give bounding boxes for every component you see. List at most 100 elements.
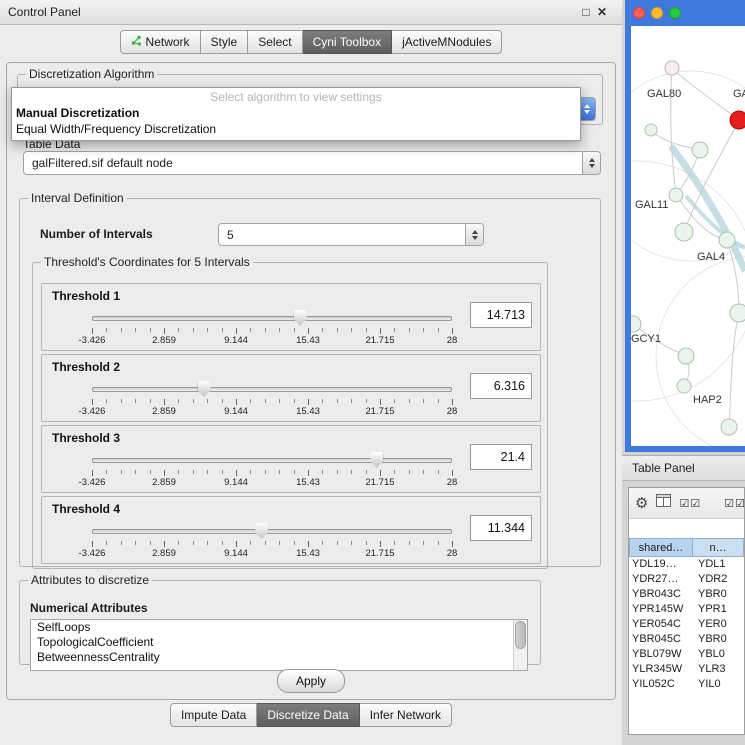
slider-track[interactable] bbox=[92, 458, 452, 463]
slider-scale-label: 28 bbox=[447, 477, 458, 488]
mac-close-icon[interactable] bbox=[633, 7, 645, 19]
slider-thumb[interactable] bbox=[370, 452, 383, 468]
network-node[interactable] bbox=[719, 232, 735, 248]
slider-thumb[interactable] bbox=[294, 310, 307, 326]
mac-minimize-icon[interactable] bbox=[651, 7, 663, 19]
table-cell[interactable]: YDR2 bbox=[693, 572, 744, 587]
columns-icon[interactable] bbox=[656, 494, 671, 512]
network-node[interactable] bbox=[721, 419, 737, 435]
network-node-selected[interactable] bbox=[730, 111, 745, 129]
tick-mark bbox=[106, 470, 107, 474]
number-of-intervals-combobox[interactable]: 5 bbox=[218, 223, 484, 246]
tab-infer-network[interactable]: Infer Network bbox=[360, 703, 452, 727]
tick-mark bbox=[121, 399, 122, 403]
table-row[interactable]: YDR27…YDR2 bbox=[629, 572, 744, 587]
table-body: YDL19…YDL1YDR27…YDR2YBR043CYBR0YPR145WYP… bbox=[629, 557, 744, 734]
tab-style[interactable]: Style bbox=[201, 30, 249, 54]
network-canvas[interactable]: GAL80GAGAL11GAL4GCY1HAP2 bbox=[631, 26, 745, 446]
attribute-list-item[interactable]: BetweennessCentrality bbox=[31, 650, 527, 665]
slider-thumb[interactable] bbox=[255, 523, 268, 539]
network-node[interactable] bbox=[665, 61, 679, 75]
table-row[interactable]: YBR043CYBR0 bbox=[629, 587, 744, 602]
threshold-3-slider[interactable] bbox=[92, 452, 452, 468]
slider-track[interactable] bbox=[92, 529, 452, 534]
slider-thumb[interactable] bbox=[198, 381, 211, 397]
apply-button[interactable]: Apply bbox=[277, 669, 345, 693]
select-columns-icon[interactable]: ☑☑ bbox=[679, 497, 701, 510]
table-cell[interactable]: YPR145W bbox=[629, 602, 693, 617]
table-cell[interactable]: YBL0 bbox=[693, 647, 744, 662]
slider-track[interactable] bbox=[92, 387, 452, 392]
tick-mark bbox=[294, 541, 295, 545]
tab-label: Network bbox=[146, 35, 190, 49]
table-row[interactable]: YER054CYER0 bbox=[629, 617, 744, 632]
attribute-list-item[interactable]: TopologicalCoefficient bbox=[31, 635, 527, 650]
threshold-4-slider[interactable] bbox=[92, 523, 452, 539]
threshold-2-value-field[interactable]: 6.316 bbox=[470, 373, 532, 399]
combobox-stepper-icon[interactable] bbox=[465, 224, 483, 245]
slider-scale-label: 21.715 bbox=[365, 335, 394, 346]
table-cell[interactable]: YBR0 bbox=[693, 632, 744, 647]
table-row[interactable]: YBL079WYBL0 bbox=[629, 647, 744, 662]
tab-select[interactable]: Select bbox=[248, 30, 302, 54]
tick-mark bbox=[135, 470, 136, 474]
table-cell[interactable]: YDL19… bbox=[629, 557, 693, 572]
threshold-4-value-field[interactable]: 11.344 bbox=[470, 515, 532, 541]
numerical-attributes-list[interactable]: SelfLoopsTopologicalCoefficientBetweenne… bbox=[30, 619, 528, 671]
tab-cyni-toolbox[interactable]: Cyni Toolbox bbox=[303, 30, 392, 54]
table-cell[interactable]: YER0 bbox=[693, 617, 744, 632]
combobox-stepper-icon[interactable] bbox=[582, 152, 600, 174]
table-cell[interactable]: YDL1 bbox=[693, 557, 744, 572]
network-node[interactable] bbox=[677, 379, 691, 393]
select-rows-icon[interactable]: ☑☑ bbox=[724, 497, 744, 510]
tab-discretize-data[interactable]: Discretize Data bbox=[257, 703, 359, 727]
close-icon[interactable]: ✕ bbox=[594, 5, 610, 19]
threshold-1-value-field[interactable]: 14.713 bbox=[470, 302, 532, 328]
list-scrollbar[interactable] bbox=[513, 620, 527, 670]
threshold-1-slider[interactable] bbox=[92, 310, 452, 326]
table-cell[interactable]: YLR3 bbox=[693, 662, 744, 677]
table-cell[interactable]: YBL079W bbox=[629, 647, 693, 662]
table-cell[interactable]: YIL052C bbox=[629, 677, 693, 692]
table-cell[interactable]: YBR045C bbox=[629, 632, 693, 647]
mac-zoom-icon[interactable] bbox=[669, 7, 681, 19]
list-scrollbar-thumb[interactable] bbox=[515, 621, 526, 649]
network-node[interactable] bbox=[730, 304, 745, 322]
table-row[interactable]: YLR345WYLR3 bbox=[629, 662, 744, 677]
table-row[interactable]: YIL052CYIL0 bbox=[629, 677, 744, 692]
table-cell[interactable]: YIL0 bbox=[693, 677, 744, 692]
tick-mark bbox=[409, 328, 410, 332]
table-row[interactable]: YPR145WYPR1 bbox=[629, 602, 744, 617]
gear-icon[interactable]: ⚙ bbox=[635, 496, 648, 511]
float-window-icon[interactable]: □ bbox=[578, 5, 594, 19]
tab-impute-data[interactable]: Impute Data bbox=[170, 703, 257, 727]
table-cell[interactable]: YBR0 bbox=[693, 587, 744, 602]
network-node[interactable] bbox=[678, 348, 694, 364]
table-cell[interactable]: YPR1 bbox=[693, 602, 744, 617]
network-node[interactable] bbox=[669, 188, 683, 202]
column-header-name[interactable]: n… bbox=[693, 538, 744, 557]
slider-track[interactable] bbox=[92, 316, 452, 321]
dropdown-option-equal-width[interactable]: Equal Width/Frequency Discretization bbox=[12, 121, 580, 137]
tab-network[interactable]: Network bbox=[120, 30, 201, 54]
network-node[interactable] bbox=[675, 223, 693, 241]
table-cell[interactable]: YLR345W bbox=[629, 662, 693, 677]
network-node[interactable] bbox=[645, 124, 657, 136]
network-node[interactable] bbox=[692, 142, 708, 158]
network-node[interactable] bbox=[631, 316, 641, 332]
table-cell[interactable]: YBR043C bbox=[629, 587, 693, 602]
table-row[interactable]: YBR045CYBR0 bbox=[629, 632, 744, 647]
table-cell[interactable]: YDR27… bbox=[629, 572, 693, 587]
table-row[interactable]: YDL19…YDL1 bbox=[629, 557, 744, 572]
table-cell[interactable]: YER054C bbox=[629, 617, 693, 632]
attribute-list-item[interactable]: SelfLoops bbox=[31, 620, 527, 635]
dropdown-option-manual-discretization[interactable]: Manual Discretization bbox=[12, 105, 580, 121]
threshold-2-slider[interactable] bbox=[92, 381, 452, 397]
cyni-toolbox-panel: Discretization Algorithm Select algorith… bbox=[6, 62, 616, 700]
column-header-shared-name[interactable]: shared… bbox=[629, 538, 693, 557]
table-data-combobox[interactable]: galFiltered.sif default node bbox=[23, 151, 601, 175]
threshold-3-value-field[interactable]: 21.4 bbox=[470, 444, 532, 470]
tick-mark bbox=[178, 399, 179, 403]
slider-scale-label: -3.426 bbox=[79, 477, 106, 488]
tab-jactivemnodules[interactable]: jActiveMNodules bbox=[392, 30, 502, 54]
